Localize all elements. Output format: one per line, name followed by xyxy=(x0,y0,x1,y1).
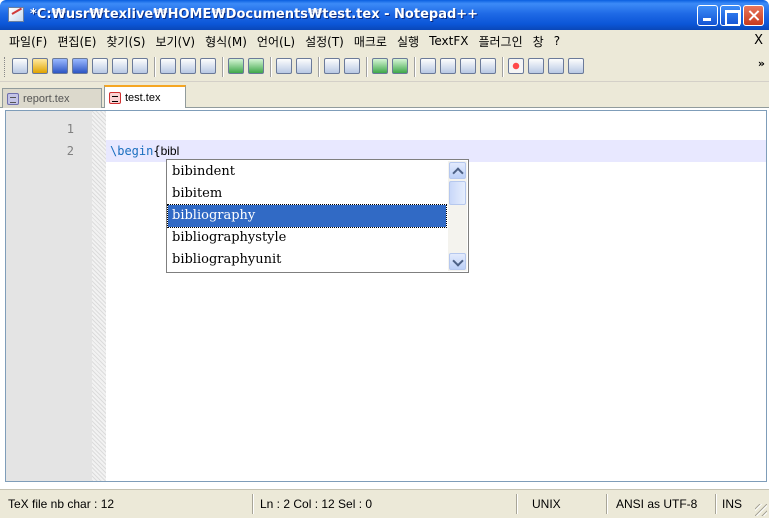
resize-grip[interactable] xyxy=(755,504,767,516)
line-number: 1 xyxy=(66,122,74,136)
record-macro-icon[interactable] xyxy=(508,58,524,74)
tab-label: test.tex xyxy=(125,91,161,104)
toolbar-separator xyxy=(270,57,271,77)
open-file-icon[interactable] xyxy=(32,58,48,74)
autocomplete-item-bibliography[interactable]: bibliography xyxy=(167,204,447,228)
tab-label: report.tex xyxy=(23,92,70,105)
title-bar[interactable]: *C:₩usr₩texlive₩HOME₩Documents₩test.tex … xyxy=(0,0,769,30)
menu-textfx[interactable]: TextFX xyxy=(424,34,473,48)
autocomplete-item-bibliographyunit[interactable]: bibliographyunit xyxy=(168,249,446,271)
play-macro-icon[interactable] xyxy=(548,58,564,74)
notepadpp-app-icon[interactable] xyxy=(8,7,24,22)
line-number-gutter[interactable]: 1 2 xyxy=(6,111,92,481)
status-divider xyxy=(516,494,517,514)
open-brace: { xyxy=(153,144,161,158)
status-bar: TeX file nb char : 12 Ln : 2 Col : 12 Se… xyxy=(0,489,769,518)
close-document-button[interactable]: X xyxy=(754,33,763,48)
status-divider xyxy=(715,494,716,514)
menu-bar: 파일(F) 편집(E) 찾기(S) 보기(V) 형식(M) 언어(L) 설정(T… xyxy=(0,30,769,52)
status-encoding: ANSI as UTF-8 xyxy=(616,497,698,511)
toolbar-overflow-chevron-icon[interactable]: » xyxy=(758,57,765,70)
saved-file-icon xyxy=(7,92,19,105)
menu-macro[interactable]: 매크로 xyxy=(349,33,392,50)
new-file-icon[interactable] xyxy=(12,58,28,74)
autocomplete-item-bibliographystyle[interactable]: bibliographystyle xyxy=(168,227,446,249)
window-title: *C:₩usr₩texlive₩HOME₩Documents₩test.tex … xyxy=(30,7,479,22)
menu-format[interactable]: 형식(M) xyxy=(200,33,252,50)
menu-edit[interactable]: 편집(E) xyxy=(52,33,101,50)
print-icon[interactable] xyxy=(132,58,148,74)
status-insert-mode: INS xyxy=(722,497,743,511)
toolbar-separator xyxy=(502,57,503,77)
close-window-button[interactable] xyxy=(743,5,764,26)
paste-icon[interactable] xyxy=(200,58,216,74)
user-language-icon[interactable] xyxy=(480,58,496,74)
document-tab-bar: report.tex test.tex xyxy=(0,82,769,108)
toolbar-grip[interactable] xyxy=(4,57,7,77)
status-divider xyxy=(606,494,607,514)
status-file-info: TeX file nb char : 12 xyxy=(8,497,115,511)
status-cursor-position: Ln : 2 Col : 12 Sel : 0 xyxy=(260,497,373,511)
maximize-button[interactable] xyxy=(720,5,741,26)
find-icon[interactable] xyxy=(276,58,292,74)
show-all-chars-icon[interactable] xyxy=(440,58,456,74)
tab-test-tex[interactable]: test.tex xyxy=(104,85,186,108)
redo-icon[interactable] xyxy=(248,58,264,74)
indent-guide-icon[interactable] xyxy=(460,58,476,74)
menu-plugins[interactable]: 플러그인 xyxy=(473,33,527,50)
menu-language[interactable]: 언어(L) xyxy=(252,33,300,50)
scroll-down-arrow-icon[interactable] xyxy=(449,253,466,270)
toolbar-separator xyxy=(414,57,415,77)
undo-icon[interactable] xyxy=(228,58,244,74)
menu-file[interactable]: 파일(F) xyxy=(4,33,52,50)
sync-vertical-icon[interactable] xyxy=(372,58,388,74)
typed-text: bibl xyxy=(160,144,180,158)
fold-margin[interactable] xyxy=(92,111,106,481)
line-number: 2 xyxy=(66,144,74,158)
unsaved-file-icon xyxy=(109,91,121,104)
autocomplete-item-bibindent[interactable]: bibindent xyxy=(168,161,446,183)
menu-settings[interactable]: 설정(T) xyxy=(300,33,349,50)
autocomplete-scrollbar[interactable] xyxy=(448,161,467,271)
save-icon[interactable] xyxy=(52,58,68,74)
scroll-up-arrow-icon[interactable] xyxy=(449,162,466,179)
close-file-icon[interactable] xyxy=(92,58,108,74)
scrollbar-thumb[interactable] xyxy=(449,181,466,205)
copy-icon[interactable] xyxy=(180,58,196,74)
status-eol-format: UNIX xyxy=(532,497,561,511)
autocomplete-list[interactable]: bibindent bibitem bibliography bibliogra… xyxy=(166,159,469,273)
close-all-icon[interactable] xyxy=(112,58,128,74)
menu-search[interactable]: 찾기(S) xyxy=(101,33,150,50)
toolbar-separator xyxy=(222,57,223,77)
menu-help[interactable]: ? xyxy=(549,34,565,48)
editor-line-1[interactable] xyxy=(106,118,766,140)
zoom-out-icon[interactable] xyxy=(344,58,360,74)
save-all-icon[interactable] xyxy=(72,58,88,74)
latex-command: \begin xyxy=(110,144,154,158)
status-divider xyxy=(252,494,253,514)
cut-icon[interactable] xyxy=(160,58,176,74)
autocomplete-item-bibitem[interactable]: bibitem xyxy=(168,183,446,205)
minimize-button[interactable] xyxy=(697,5,718,26)
tab-report-tex[interactable]: report.tex xyxy=(2,88,102,108)
menu-window[interactable]: 창 xyxy=(528,33,549,50)
toolbar-separator xyxy=(366,57,367,77)
toolbar-separator xyxy=(154,57,155,77)
replace-icon[interactable] xyxy=(296,58,312,74)
stop-macro-icon[interactable] xyxy=(528,58,544,74)
toolbar: » xyxy=(0,52,769,82)
run-macro-multiple-icon[interactable] xyxy=(568,58,584,74)
menu-view[interactable]: 보기(V) xyxy=(150,33,200,50)
word-wrap-icon[interactable] xyxy=(420,58,436,74)
sync-horizontal-icon[interactable] xyxy=(392,58,408,74)
menu-run[interactable]: 실행 xyxy=(392,33,424,50)
toolbar-separator xyxy=(318,57,319,77)
zoom-in-icon[interactable] xyxy=(324,58,340,74)
